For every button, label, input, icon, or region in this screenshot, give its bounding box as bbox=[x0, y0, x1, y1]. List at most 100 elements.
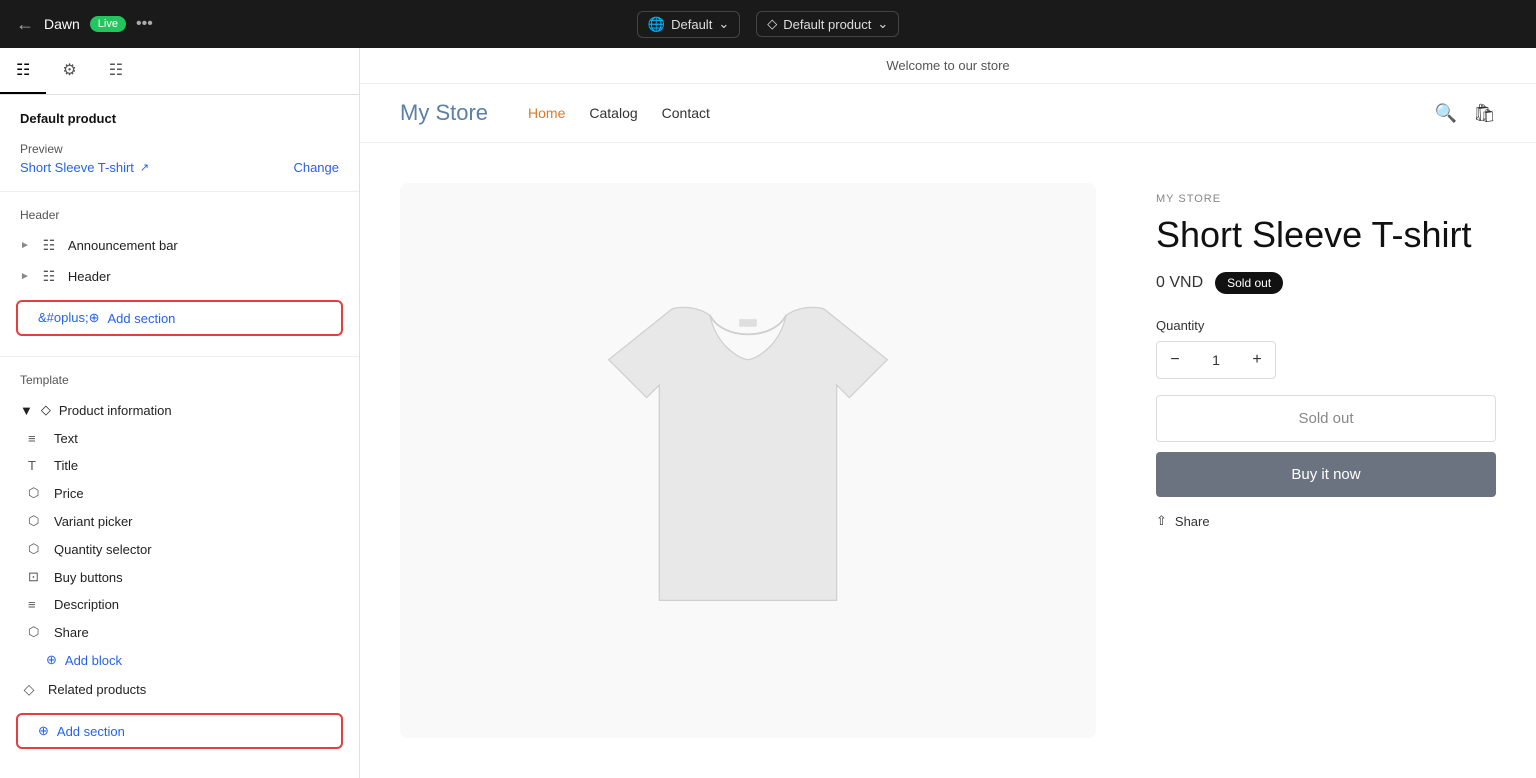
buy-now-button[interactable]: Buy it now bbox=[1156, 452, 1496, 497]
share-label: Share bbox=[54, 625, 89, 640]
description-item[interactable]: ≡ Description bbox=[0, 591, 359, 618]
preview-link[interactable]: Short Sleeve T-shirt bbox=[20, 160, 134, 175]
product-dropdown[interactable]: ◇ Default product ⌄ bbox=[756, 11, 899, 37]
header-section-title: Header bbox=[0, 204, 359, 230]
quantity-minus-button[interactable]: − bbox=[1157, 342, 1193, 378]
product-info-panel: MY STORE Short Sleeve T-shirt 0 VND Sold… bbox=[1156, 183, 1496, 738]
quantity-selector-label: Quantity selector bbox=[54, 542, 152, 557]
product-image-area bbox=[400, 183, 1096, 738]
share-icon: ⬡ bbox=[28, 624, 46, 640]
preview-block: Preview Short Sleeve T-shirt ↗ Change bbox=[0, 134, 359, 192]
nav-links: Home Catalog Contact bbox=[528, 105, 710, 121]
diamond-icon: ◇ bbox=[767, 16, 777, 32]
chevron-right-icon: ► bbox=[20, 240, 30, 251]
description-icon: ≡ bbox=[28, 597, 46, 612]
header-section-group: Header ► ☷ Announcement bar ► ☷ Header &… bbox=[0, 192, 359, 357]
title-icon: T bbox=[28, 458, 46, 473]
product-layout: MY STORE Short Sleeve T-shirt 0 VND Sold… bbox=[360, 143, 1536, 778]
preview-area: Welcome to our store My Store Home Catal… bbox=[360, 48, 1536, 778]
sidebar-title: Default product bbox=[0, 95, 359, 134]
store-name-label: Dawn bbox=[44, 16, 80, 32]
buy-buttons-icon: ⊡ bbox=[28, 569, 46, 585]
add-section-top-button[interactable]: &#oplus;⊕ Add section bbox=[16, 300, 343, 336]
main-layout: ☷ ⚙ ☷ Default product Preview Short Slee… bbox=[0, 48, 1536, 778]
store-logo: My Store bbox=[400, 100, 488, 126]
text-label: Text bbox=[54, 431, 78, 446]
share-upload-icon: ⇧ bbox=[1156, 513, 1167, 529]
sold-out-badge: Sold out bbox=[1215, 272, 1283, 294]
tab-apps[interactable]: ☷ bbox=[93, 48, 139, 94]
quantity-label: Quantity bbox=[1156, 318, 1496, 333]
sidebar-tabs: ☷ ⚙ ☷ bbox=[0, 48, 359, 95]
preview-label: Preview bbox=[20, 142, 339, 156]
sidebar: ☷ ⚙ ☷ Default product Preview Short Slee… bbox=[0, 48, 360, 778]
price-item[interactable]: ⬡ Price bbox=[0, 479, 359, 507]
announcement-bar-icon: ☷ bbox=[40, 237, 58, 254]
text-icon: ≡ bbox=[28, 431, 46, 446]
text-item[interactable]: ≡ Text bbox=[0, 425, 359, 452]
title-label: Title bbox=[54, 458, 78, 473]
announcement-text: Welcome to our store bbox=[886, 58, 1009, 73]
buy-buttons-item[interactable]: ⊡ Buy buttons bbox=[0, 563, 359, 591]
add-section-bottom-button[interactable]: ⊕ Add section bbox=[16, 713, 343, 749]
price-icon: ⬡ bbox=[28, 485, 46, 501]
nav-home[interactable]: Home bbox=[528, 105, 565, 121]
template-title: Template bbox=[0, 369, 359, 395]
related-products-item[interactable]: ◇ Related products bbox=[0, 674, 359, 705]
search-icon[interactable]: 🔍 bbox=[1435, 103, 1457, 124]
tshirt-container bbox=[548, 221, 948, 701]
live-badge: Live bbox=[90, 16, 126, 32]
share-item[interactable]: ⬡ Share bbox=[0, 618, 359, 646]
store-brand-label: MY STORE bbox=[1156, 193, 1496, 205]
variant-picker-item[interactable]: ⬡ Variant picker bbox=[0, 507, 359, 535]
quantity-value: 1 bbox=[1193, 352, 1239, 368]
buy-buttons-label: Buy buttons bbox=[54, 570, 123, 585]
title-item[interactable]: T Title bbox=[0, 452, 359, 479]
more-options-button[interactable]: ••• bbox=[136, 15, 153, 33]
store-header: My Store Home Catalog Contact 🔍 🛍 bbox=[360, 84, 1536, 143]
tshirt-svg bbox=[558, 271, 938, 651]
top-bar: ← Dawn Live ••• 🌐 Default ⌄ ◇ Default pr… bbox=[0, 0, 1536, 48]
related-products-label: Related products bbox=[48, 682, 146, 697]
announcement-bar-label: Announcement bar bbox=[68, 238, 178, 253]
header-label: Header bbox=[68, 269, 111, 284]
variant-icon: ⬡ bbox=[28, 513, 46, 529]
price-row: 0 VND Sold out bbox=[1156, 272, 1496, 294]
share-row[interactable]: ⇧ Share bbox=[1156, 513, 1496, 529]
chevron-right-icon-header: ► bbox=[20, 271, 30, 282]
plus-circle-icon-bottom: ⊕ bbox=[38, 723, 49, 739]
price-label: Price bbox=[54, 486, 84, 501]
price-display: 0 VND bbox=[1156, 274, 1203, 292]
tab-settings[interactable]: ⚙ bbox=[46, 48, 92, 94]
preview-value-row: Short Sleeve T-shirt ↗ Change bbox=[20, 160, 339, 175]
sold-out-button: Sold out bbox=[1156, 395, 1496, 442]
share-text: Share bbox=[1175, 514, 1210, 529]
quantity-plus-button[interactable]: + bbox=[1239, 342, 1275, 378]
back-button[interactable]: ← bbox=[16, 14, 34, 35]
cart-icon[interactable]: 🛍 bbox=[1473, 103, 1496, 124]
change-button[interactable]: Change bbox=[293, 160, 339, 175]
header-icons: 🔍 🛍 bbox=[1435, 103, 1496, 124]
quantity-selector-item[interactable]: ⬡ Quantity selector bbox=[0, 535, 359, 563]
variant-picker-label: Variant picker bbox=[54, 514, 133, 529]
globe-icon: 🌐 bbox=[648, 16, 665, 33]
add-block-button[interactable]: ⊕ Add block bbox=[0, 646, 359, 674]
template-group: Template ▼ ◇ Product information ≡ Text … bbox=[0, 357, 359, 769]
product-title: Short Sleeve T-shirt bbox=[1156, 213, 1496, 256]
nav-contact[interactable]: Contact bbox=[662, 105, 710, 121]
announcement-bar-item[interactable]: ► ☷ Announcement bar bbox=[0, 230, 359, 261]
plus-circle-icon-top: &#oplus;⊕ bbox=[38, 310, 99, 326]
header-item[interactable]: ► ☷ Header bbox=[0, 261, 359, 292]
plus-circle-icon-block: ⊕ bbox=[46, 652, 57, 668]
store-preview: Welcome to our store My Store Home Catal… bbox=[360, 48, 1536, 778]
product-info-icon: ◇ bbox=[41, 402, 51, 418]
nav-catalog[interactable]: Catalog bbox=[589, 105, 637, 121]
tab-sections[interactable]: ☷ bbox=[0, 48, 46, 94]
default-dropdown[interactable]: 🌐 Default ⌄ bbox=[637, 11, 741, 38]
description-label: Description bbox=[54, 597, 119, 612]
chevron-down-icon: ▼ bbox=[20, 403, 33, 418]
external-link-icon: ↗ bbox=[140, 161, 149, 174]
announcement-bar: Welcome to our store bbox=[360, 48, 1536, 84]
sidebar-content: Default product Preview Short Sleeve T-s… bbox=[0, 95, 359, 778]
product-info-header[interactable]: ▼ ◇ Product information bbox=[0, 395, 359, 425]
